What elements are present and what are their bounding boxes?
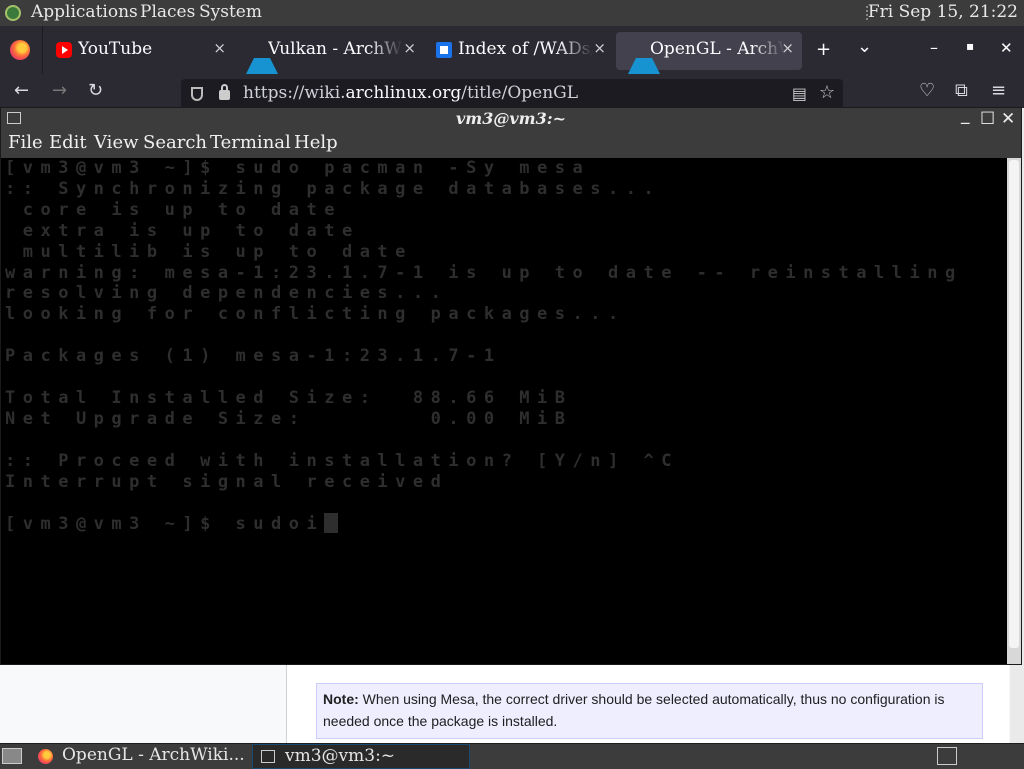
close-tab-icon[interactable]: × — [593, 39, 606, 57]
terminal-menubar: File Edit View Search Terminal Help — [1, 130, 1021, 158]
terminal-line: [vm3@vm3 ~]$ sudoi — [5, 514, 325, 535]
close-tab-icon[interactable]: × — [403, 39, 416, 57]
reload-button[interactable]: ↻ — [88, 80, 103, 101]
tab-label: YouTube — [78, 39, 153, 59]
bookmark-star-icon[interactable]: ☆ — [819, 82, 835, 103]
index-page-icon — [436, 42, 452, 58]
terminal-line: multilib is up to date — [5, 241, 413, 262]
terminal-line: [vm3@vm3 ~]$ sudo pacman -Sy mesa — [5, 158, 591, 178]
taskbar-label: OpenGL - ArchWiki... — [62, 745, 245, 765]
maximize-button[interactable]: ▪ — [966, 39, 974, 53]
browser-tab-strip: YouTube × Vulkan - ArchWiki × Index of /… — [0, 26, 1024, 74]
menu-file[interactable]: File — [8, 132, 43, 153]
taskbar-item-firefox[interactable]: OpenGL - ArchWiki... — [30, 744, 250, 769]
taskbar-item-terminal[interactable]: vm3@vm3:~ — [252, 744, 470, 769]
clock[interactable]: Fri Sep 15, 21:22 — [868, 2, 1018, 22]
pocket-icon[interactable]: ♡ — [919, 80, 935, 101]
tab-opengl[interactable]: OpenGL - ArchWiki × — [616, 32, 802, 74]
applications-menu[interactable]: Applications — [31, 2, 138, 22]
workspace-switcher-icon[interactable] — [937, 747, 957, 765]
list-all-tabs-button[interactable]: ⌄ — [857, 36, 872, 57]
firefox-icon — [10, 40, 30, 60]
youtube-icon — [56, 42, 72, 58]
close-tab-icon[interactable]: × — [213, 39, 226, 57]
tab-separator — [42, 26, 43, 74]
menu-help[interactable]: Help — [294, 132, 338, 153]
terminal-titlebar[interactable]: vm3@vm3:~ _ ☐ ✕ — [1, 105, 1021, 130]
tab-youtube[interactable]: YouTube × — [44, 26, 234, 74]
url-bar[interactable]: https://wiki.archlinux.org/title/OpenGL … — [181, 79, 843, 109]
terminal-line: Total Installed Size: 88.66 MiB — [5, 387, 573, 408]
menu-terminal[interactable]: Terminal — [210, 132, 291, 153]
terminal-close-button[interactable]: ✕ — [1001, 109, 1015, 129]
note-label: Note: — [323, 691, 359, 707]
extensions-icon[interactable]: ⧉ — [955, 80, 968, 101]
terminal-title: vm3@vm3:~ — [455, 109, 567, 128]
terminal-line: :: Proceed with installation? [Y/n] ^C — [5, 450, 679, 471]
terminal-maximize-button[interactable]: ☐ — [980, 109, 995, 129]
new-tab-button[interactable]: + — [816, 39, 831, 60]
terminal-line: looking for conflicting packages... — [5, 304, 626, 325]
reader-view-icon[interactable]: ▤ — [792, 84, 807, 103]
navigation-toolbar: ← → ↻ https://wiki.archlinux.org/title/O… — [0, 74, 1024, 109]
firefox-icon — [38, 749, 53, 764]
tab-index-wads[interactable]: Index of /WADs/ × — [424, 26, 614, 74]
back-button[interactable]: ← — [14, 80, 29, 101]
terminal-output[interactable]: [vm3@vm3 ~]$ sudo pacman -Sy mesa :: Syn… — [1, 158, 1007, 664]
top-panel: Applications Places System Fri Sep 15, 2… — [0, 0, 1024, 27]
system-menu[interactable]: System — [199, 2, 262, 22]
show-desktop-icon[interactable] — [2, 748, 22, 764]
terminal-line: :: Synchronizing package databases... — [5, 178, 662, 199]
places-menu[interactable]: Places — [140, 2, 195, 22]
tracking-protection-icon[interactable] — [191, 87, 203, 101]
terminal-minimize-button[interactable]: _ — [961, 105, 970, 125]
note-box: Note: When using Mesa, the correct drive… — [316, 683, 983, 739]
close-tab-icon[interactable]: × — [781, 39, 794, 57]
gnome-foot-icon[interactable] — [5, 5, 21, 21]
menu-edit[interactable]: Edit — [49, 132, 87, 153]
terminal-line: Net Upgrade Size: 0.00 MiB — [5, 408, 573, 429]
lock-icon[interactable] — [219, 84, 230, 100]
terminal-line: Interrupt signal received — [5, 471, 449, 492]
terminal-window: vm3@vm3:~ _ ☐ ✕ File Edit View Search Te… — [0, 105, 1022, 665]
tab-label: Vulkan - ArchWiki — [268, 39, 403, 59]
terminal-line: core is up to date — [5, 199, 342, 220]
bottom-panel: OpenGL - ArchWiki... vm3@vm3:~ — [0, 743, 1024, 769]
taskbar-label: vm3@vm3:~ — [285, 746, 396, 766]
menu-view[interactable]: View — [94, 132, 139, 153]
app-menu-icon[interactable]: ≡ — [991, 80, 1006, 101]
tab-vulkan[interactable]: Vulkan - ArchWiki × — [234, 26, 424, 74]
forward-button[interactable]: → — [52, 80, 67, 101]
terminal-text: [vm3@vm3 ~]$ sudo pacman -Sy mesa :: Syn… — [5, 158, 963, 535]
terminal-line: warning: mesa-1:23.1.7-1 is up to date -… — [5, 262, 963, 283]
note-text: When using Mesa, the correct driver shou… — [323, 691, 945, 729]
close-window-button[interactable]: ✕ — [1000, 39, 1013, 57]
terminal-line: Packages (1) mesa-1:23.1.7-1 — [5, 346, 502, 367]
terminal-scrollbar-thumb[interactable] — [1009, 160, 1019, 648]
tab-label: Index of /WADs/ — [458, 39, 593, 59]
terminal-cursor — [324, 513, 339, 534]
terminal-line: extra is up to date — [5, 220, 360, 241]
tab-label: OpenGL - ArchWiki — [650, 39, 785, 59]
url-text[interactable]: https://wiki.archlinux.org/title/OpenGL — [243, 83, 578, 103]
minimize-button[interactable]: – — [930, 38, 938, 57]
terminal-icon — [261, 750, 275, 763]
menu-search[interactable]: Search — [143, 132, 207, 153]
terminal-line: resolving dependencies... — [5, 283, 449, 304]
terminal-scrollbar[interactable] — [1007, 158, 1021, 664]
